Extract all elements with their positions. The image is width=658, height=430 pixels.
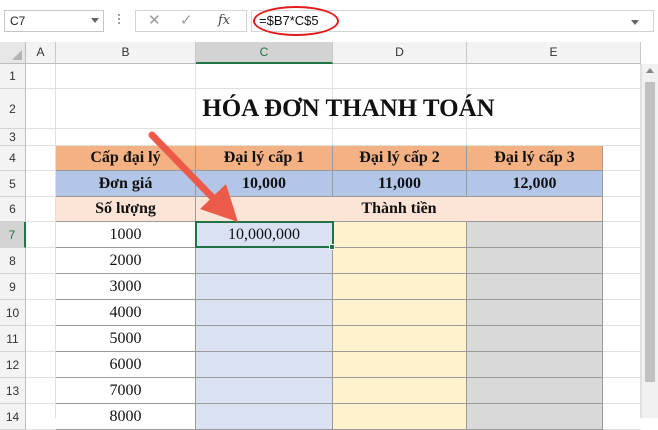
row-header-9[interactable]: 9 (0, 274, 26, 300)
column-header-d[interactable]: D (333, 42, 467, 64)
scroll-up-icon[interactable] (646, 68, 654, 73)
header-dai-ly-3[interactable]: Đại lý cấp 3 (467, 146, 603, 171)
row-header-11[interactable]: 11 (0, 326, 26, 352)
quantity-cell[interactable]: 7000 (56, 378, 196, 404)
quantity-cell[interactable]: 8000 (56, 404, 196, 430)
enter-icon[interactable]: ✓ (180, 12, 193, 30)
name-box-dropdown-icon[interactable] (91, 18, 99, 23)
formula-buttons: ✕ ✓ fx (135, 10, 247, 32)
column-header-e[interactable]: E (467, 42, 641, 64)
name-box[interactable]: C7 (4, 10, 104, 32)
total-cell-d[interactable] (333, 326, 467, 352)
total-cell-d[interactable] (333, 248, 467, 274)
red-arrow-icon (148, 131, 238, 222)
total-cell-d[interactable] (333, 404, 467, 430)
formula-bar: C7 ✕ ✓ fx =$B7*C$5 (0, 0, 658, 42)
formula-highlight-circle (253, 6, 339, 36)
price-dai-ly-2[interactable]: 11,000 (333, 171, 467, 197)
name-box-value: C7 (10, 14, 26, 28)
insert-function-icon[interactable]: fx (218, 12, 230, 30)
total-cell-d[interactable] (333, 274, 467, 300)
header-dai-ly-2[interactable]: Đại lý cấp 2 (333, 146, 467, 171)
worksheet-grid[interactable]: A B C D E 1 2 3 4 5 6 7 8 9 10 11 12 13 14 HÓA ĐƠN TH… (0, 42, 658, 430)
cancel-icon[interactable]: ✕ (148, 12, 161, 30)
total-cell-e[interactable] (467, 378, 603, 404)
total-cell-c[interactable] (196, 274, 333, 300)
quantity-cell[interactable]: 6000 (56, 352, 196, 378)
quantity-cell[interactable]: 5000 (56, 326, 196, 352)
total-cell-e[interactable] (467, 404, 603, 430)
quantity-cell[interactable]: 3000 (56, 274, 196, 300)
total-cell-d[interactable] (333, 222, 467, 248)
scrollbar-thumb[interactable] (645, 82, 655, 382)
total-cell-c[interactable] (196, 378, 333, 404)
total-cell-e[interactable] (467, 274, 603, 300)
row-header-12[interactable]: 12 (0, 352, 26, 378)
total-cell-d[interactable] (333, 352, 467, 378)
row-header-10[interactable]: 10 (0, 300, 26, 326)
total-cell-e[interactable] (467, 248, 603, 274)
drag-handle-icon[interactable] (118, 12, 121, 30)
row-header-14[interactable]: 14 (0, 404, 26, 430)
row-header-13[interactable]: 13 (0, 378, 26, 404)
total-cell-e[interactable] (467, 222, 603, 248)
total-cell-c[interactable] (196, 248, 333, 274)
quantity-cell[interactable]: 4000 (56, 300, 196, 326)
total-cell-d[interactable] (333, 300, 467, 326)
total-cell-c[interactable] (196, 326, 333, 352)
row-header-8[interactable]: 8 (0, 248, 26, 274)
total-cell-c[interactable] (196, 352, 333, 378)
total-cell-e[interactable] (467, 326, 603, 352)
total-cell-c[interactable] (196, 300, 333, 326)
total-cell-d[interactable] (333, 378, 467, 404)
total-cell-c[interactable] (196, 404, 333, 430)
expand-formula-bar-icon[interactable] (631, 20, 639, 25)
total-cell-e[interactable] (467, 352, 603, 378)
vertical-scrollbar[interactable] (641, 64, 658, 418)
fill-handle[interactable] (329, 244, 335, 250)
price-dai-ly-3[interactable]: 12,000 (467, 171, 603, 197)
total-cell-e[interactable] (467, 300, 603, 326)
quantity-cell[interactable]: 2000 (56, 248, 196, 274)
